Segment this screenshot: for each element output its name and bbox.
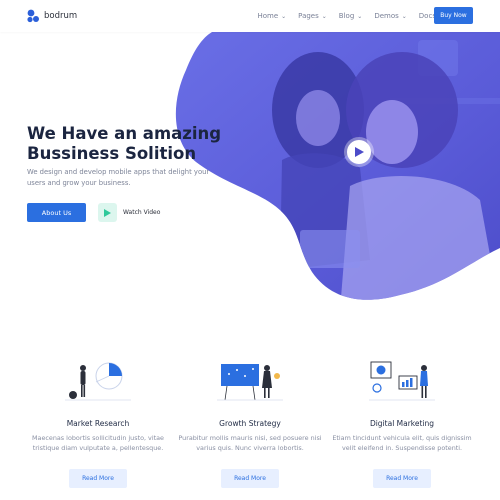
chevron-down-icon: ⌄ xyxy=(401,12,407,20)
brand-logo[interactable]: bodrum xyxy=(26,8,77,24)
read-more-button[interactable]: Read More xyxy=(221,469,279,488)
feature-description: Purabitur mollis mauris nisi, sed posuer… xyxy=(178,434,322,452)
brand-name: bodrum xyxy=(44,11,78,21)
feature-description: Maecenas lobortis sollicitudin justo, vi… xyxy=(32,434,164,452)
main-nav: Home ⌄ Pages ⌄ Blog ⌄ Demos ⌄ Docs ⌄ xyxy=(245,0,444,32)
watch-video-label: Watch Video xyxy=(123,209,161,216)
watch-video-button[interactable]: Watch Video xyxy=(98,203,160,222)
market-research-illustration xyxy=(65,362,131,401)
feature-growth-strategy: Growth Strategy Purabitur mollis mauris … xyxy=(174,358,326,488)
hero-title: We Have an amazing Bussiness Solition xyxy=(27,124,222,163)
buy-now-button[interactable]: Buy Now xyxy=(434,7,473,24)
about-us-button[interactable]: About Us xyxy=(27,203,86,222)
site-header: bodrum Home ⌄ Pages ⌄ Blog ⌄ Demos ⌄ Doc… xyxy=(0,0,500,32)
digital-marketing-illustration xyxy=(369,361,435,401)
feature-title: Digital Marketing xyxy=(369,419,435,428)
nav-item-pages[interactable]: Pages ⌄ xyxy=(298,12,327,20)
video-play-button[interactable] xyxy=(347,140,371,164)
feature-market-research: Market Research Maecenas lobortis sollic… xyxy=(22,358,174,488)
logo-icon xyxy=(27,9,39,23)
growth-strategy-illustration xyxy=(217,364,283,401)
nav-item-blog[interactable]: Blog ⌄ xyxy=(339,12,363,20)
chevron-down-icon: ⌄ xyxy=(281,12,287,20)
nav-item-label: Blog xyxy=(338,12,355,20)
read-more-button[interactable]: Read More xyxy=(69,469,127,488)
nav-item-label: Demos xyxy=(374,12,399,20)
feature-digital-marketing: Digital Marketing Etiam tincidunt vehicu… xyxy=(326,358,478,488)
chevron-down-icon: ⌄ xyxy=(321,12,327,20)
feature-title: Growth Strategy xyxy=(219,419,281,428)
play-icon xyxy=(98,203,117,222)
nav-item-home[interactable]: Home ⌄ xyxy=(257,12,286,20)
read-more-button[interactable]: Read More xyxy=(373,469,431,488)
nav-item-demos[interactable]: Demos ⌄ xyxy=(374,12,406,20)
feature-title: Market Research xyxy=(66,419,130,428)
hero-description: We design and develop mobile apps that d… xyxy=(27,168,210,187)
play-icon xyxy=(354,147,364,157)
nav-item-label: Pages xyxy=(298,12,319,20)
nav-item-label: Home xyxy=(257,12,279,20)
chevron-down-icon: ⌄ xyxy=(357,12,363,20)
feature-description: Etiam tincidunt vehicula elit, quis dign… xyxy=(332,434,472,452)
